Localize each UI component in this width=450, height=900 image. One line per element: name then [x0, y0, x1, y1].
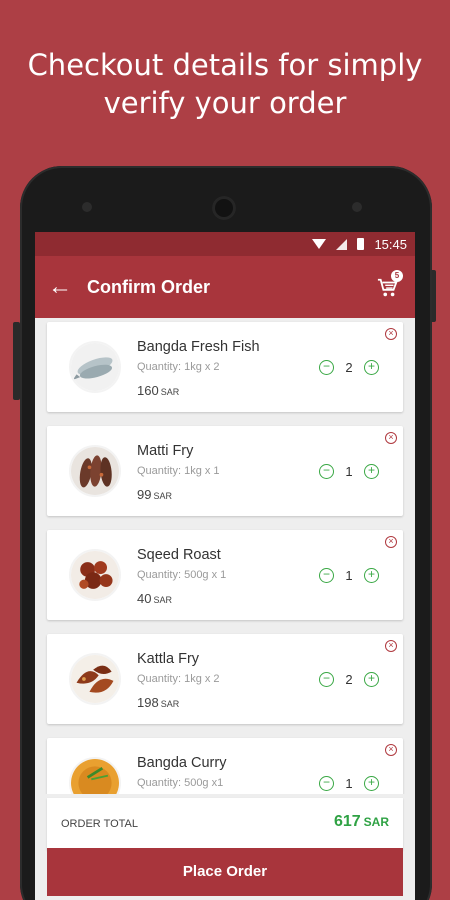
wifi-icon — [312, 239, 327, 249]
decrease-icon[interactable]: − — [319, 360, 334, 375]
status-bar: 15:45 — [35, 232, 415, 256]
item-quantity: Quantity: 500g x1 — [137, 777, 224, 789]
item-name: Bangda Fresh Fish — [137, 339, 260, 355]
item-quantity: Quantity: 500g x 1 — [137, 569, 227, 581]
item-name: Bangda Curry — [137, 755, 227, 771]
order-item-card: Bangda Curry Quantity: 500g x1 × − 1 + — [47, 738, 403, 794]
item-price: 160 SAR — [137, 383, 179, 398]
arrow-left-icon[interactable]: ← — [35, 273, 85, 301]
increase-icon[interactable]: + — [364, 464, 379, 479]
remove-item-icon[interactable]: × — [385, 432, 397, 444]
quantity-stepper: − 1 + — [319, 464, 379, 479]
item-quantity: Quantity: 1kg x 1 — [137, 465, 220, 477]
increase-icon[interactable]: + — [364, 672, 379, 687]
total-amount: 617 — [333, 813, 361, 830]
app-screen: 15:45 ← Confirm Order 5 Bangda Fresh Fis… — [35, 232, 415, 900]
increase-icon[interactable]: + — [364, 568, 379, 583]
decrease-icon[interactable]: − — [319, 568, 334, 583]
order-item-card: Matti Fry Quantity: 1kg x 1 99 SAR × − 1 … — [47, 426, 403, 516]
fried-fish-image — [69, 445, 121, 497]
promo-line-2: verify your order — [103, 86, 347, 120]
item-count: 2 — [345, 360, 353, 375]
remove-item-icon[interactable]: × — [385, 328, 397, 340]
item-quantity: Quantity: 1kg x 2 — [137, 361, 220, 373]
price-value: 198 — [137, 695, 159, 710]
decrease-icon[interactable]: − — [319, 776, 334, 791]
place-order-button[interactable]: Place Order — [47, 848, 403, 896]
promo-line-1: Checkout details for simply — [27, 48, 423, 82]
phone-sensor — [352, 202, 362, 212]
price-currency: SAR — [153, 491, 172, 501]
item-name: Sqeed Roast — [137, 547, 221, 563]
phone-camera — [212, 196, 236, 220]
promo-headline: Checkout details for simply verify your … — [0, 46, 450, 122]
item-name: Matti Fry — [137, 443, 194, 459]
price-currency: SAR — [160, 699, 180, 709]
item-name: Kattla Fry — [137, 651, 200, 667]
order-item-card: Sqeed Roast Quantity: 500g x 1 40 SAR × −… — [47, 530, 403, 620]
total-currency: SAR — [363, 815, 389, 829]
toolbar: ← Confirm Order 5 — [35, 256, 415, 318]
remove-item-icon[interactable]: × — [385, 640, 397, 652]
order-item-list[interactable]: Bangda Fresh Fish Quantity: 1kg x 2 160 S… — [35, 318, 415, 794]
status-time: 15:45 — [374, 236, 407, 252]
fish-image — [69, 341, 121, 393]
item-count: 1 — [345, 568, 353, 583]
page-title: Confirm Order — [87, 276, 211, 297]
item-price: 40 SAR — [137, 591, 172, 606]
increase-icon[interactable]: + — [364, 776, 379, 791]
curry-image — [69, 757, 121, 794]
quantity-stepper: − 1 + — [319, 776, 379, 791]
order-total-value: 617 SAR — [334, 813, 389, 831]
item-count: 1 — [345, 464, 353, 479]
price-value: 99 — [137, 487, 152, 502]
remove-item-icon[interactable]: × — [385, 744, 397, 756]
battery-icon — [357, 238, 365, 250]
quantity-stepper: − 1 + — [319, 568, 379, 583]
quantity-stepper: − 2 + — [319, 360, 379, 375]
item-count: 2 — [345, 672, 353, 687]
signal-icon — [336, 238, 348, 250]
phone-sensor — [82, 202, 92, 212]
cart-icon[interactable]: 5 — [377, 270, 403, 300]
item-price: 99 SAR — [137, 487, 172, 502]
remove-item-icon[interactable]: × — [385, 536, 397, 548]
decrease-icon[interactable]: − — [319, 672, 334, 687]
price-currency: SAR — [160, 387, 180, 397]
kattla-fry-image — [69, 653, 121, 705]
quantity-stepper: − 2 + — [319, 672, 379, 687]
price-currency: SAR — [153, 595, 172, 605]
item-quantity: Quantity: 1kg x 2 — [137, 673, 220, 685]
order-item-card: Bangda Fresh Fish Quantity: 1kg x 2 160 S… — [47, 322, 403, 412]
increase-icon[interactable]: + — [364, 360, 379, 375]
cart-count-badge: 5 — [391, 270, 403, 282]
item-price: 198 SAR — [137, 695, 179, 710]
order-item-card: Kattla Fry Quantity: 1kg x 2 198 SAR × − … — [47, 634, 403, 724]
decrease-icon[interactable]: − — [319, 464, 334, 479]
price-value: 40 — [137, 591, 152, 606]
order-total-bar: ORDER TOTAL 617 SAR — [47, 798, 403, 850]
squid-roast-image — [69, 549, 121, 601]
price-value: 160 — [137, 383, 159, 398]
order-total-label: ORDER TOTAL — [61, 818, 139, 830]
item-count: 1 — [345, 776, 353, 791]
phone-side-button — [13, 322, 20, 400]
